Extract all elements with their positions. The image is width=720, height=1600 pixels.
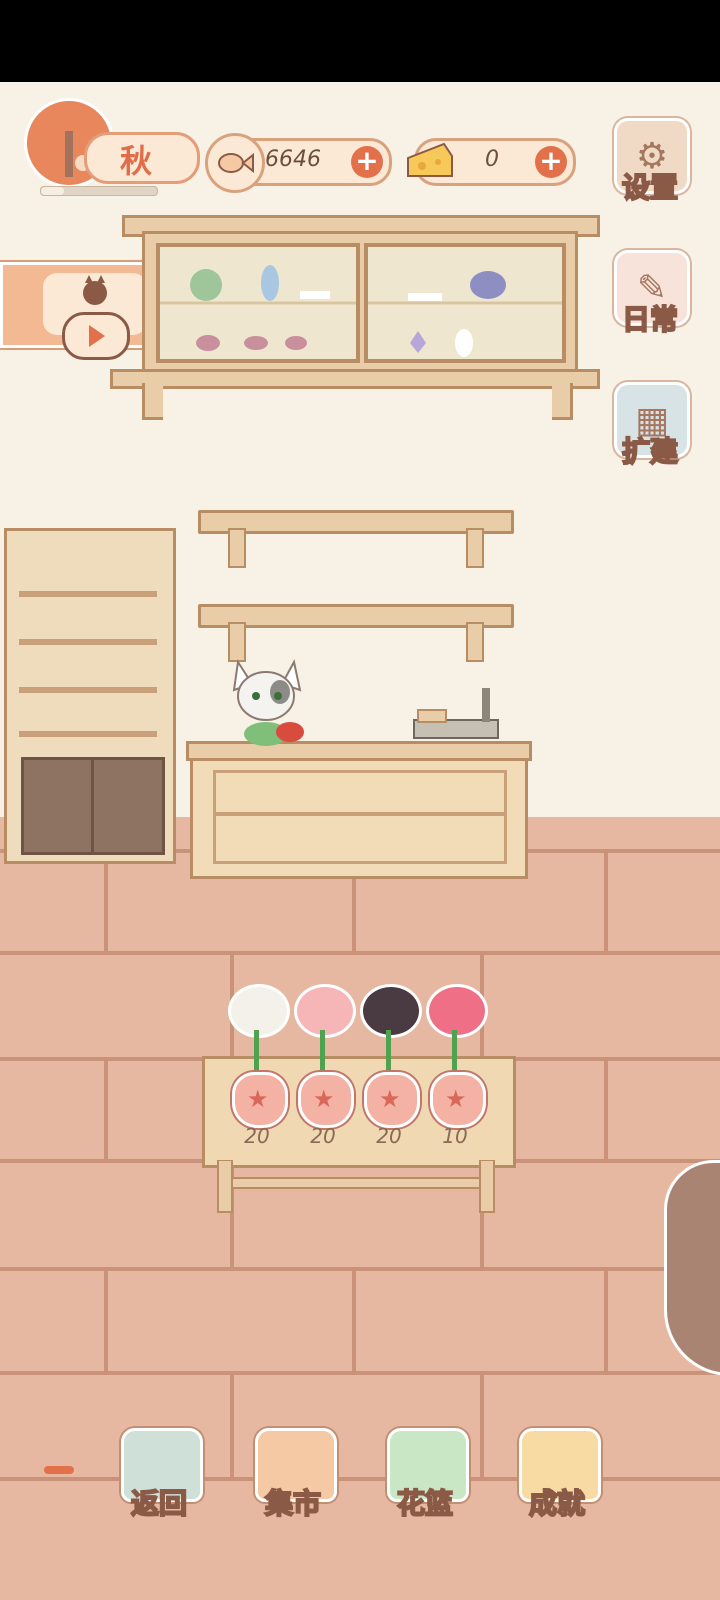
flower-price: 20: [310, 1124, 336, 1148]
brick-line: [0, 1371, 720, 1375]
flower-stem: [452, 1030, 457, 1074]
white-rose-icon[interactable]: [228, 984, 290, 1038]
counter-drawer: [213, 812, 507, 864]
counter-drawer: [213, 770, 507, 816]
cabinet-bracket-right: [552, 383, 573, 420]
flower-vase[interactable]: ★: [232, 1072, 288, 1128]
season-progress-bar: [40, 186, 158, 196]
brick-line: [104, 1057, 108, 1159]
black-rose-icon[interactable]: [360, 984, 422, 1038]
season-label: 秋: [120, 142, 153, 180]
achievements-label: 成就: [528, 1486, 586, 1521]
back-label: 返回: [130, 1486, 188, 1521]
cabinet-glass-right: [364, 243, 566, 363]
cheese-amount: 0: [485, 147, 499, 172]
star-icon: ★: [247, 1085, 269, 1113]
shelf-bracket: [228, 528, 246, 568]
flower-price: 20: [376, 1124, 402, 1148]
settings-label: 设置: [621, 170, 679, 205]
brick-line: [0, 1477, 720, 1481]
daily-button[interactable]: ✎ 日常: [608, 250, 692, 337]
pink-lotus-icon[interactable]: [294, 984, 356, 1038]
red-rose-icon[interactable]: [426, 984, 488, 1038]
brick-line: [230, 1371, 234, 1477]
cabinet-glass-left: [156, 243, 360, 363]
settings-button[interactable]: ⚙ 设置: [608, 118, 692, 205]
bookcase-door-right: [91, 757, 165, 855]
flower-vase[interactable]: ★: [298, 1072, 354, 1128]
bookcase-shelf: [19, 687, 157, 693]
star-icon: ★: [379, 1085, 401, 1113]
brick-line: [104, 1267, 108, 1371]
bookcase-shelf: [19, 731, 157, 737]
brick-line: [352, 1267, 356, 1371]
season-badge[interactable]: 秋: [24, 98, 200, 190]
display-cabinet[interactable]: [110, 215, 602, 425]
fish-amount: 6646: [265, 147, 321, 172]
flower-basket-button[interactable]: 花篮: [380, 1428, 470, 1528]
flower-vase[interactable]: ★: [430, 1072, 486, 1128]
brick-line: [604, 1057, 608, 1159]
bookcase[interactable]: [4, 528, 176, 864]
star-icon: ★: [313, 1085, 335, 1113]
flower-stem: [254, 1030, 259, 1074]
flower-table-legs: [214, 1159, 498, 1214]
flower-stem: [386, 1030, 391, 1074]
customer-cat[interactable]: [664, 1160, 720, 1376]
flower-basket-label: 花篮: [396, 1486, 454, 1521]
flower-price: 10: [442, 1124, 468, 1148]
cheese-icon: [403, 133, 457, 187]
brick-line: [104, 849, 108, 951]
star-icon: ★: [445, 1085, 467, 1113]
back-button[interactable]: 返回: [114, 1428, 204, 1528]
cabinet-bracket-left: [142, 383, 163, 420]
daily-label: 日常: [621, 302, 679, 337]
brick-line: [0, 951, 720, 955]
bookcase-shelf: [19, 639, 157, 645]
flower-vase[interactable]: ★: [364, 1072, 420, 1128]
cat-shopkeeper[interactable]: [228, 656, 308, 746]
add-fish-button[interactable]: +: [351, 146, 383, 178]
season-progress-fill: [41, 187, 65, 195]
brick-line: [0, 1267, 720, 1271]
cash-register[interactable]: [412, 686, 500, 742]
bookcase-door-left: [21, 757, 95, 855]
collapse-dash[interactable]: [44, 1466, 74, 1474]
expand-label: 扩建: [621, 434, 679, 469]
brick-line: [604, 849, 608, 951]
fish-currency: 6646 +: [205, 133, 392, 193]
brick-line: [604, 1267, 608, 1371]
shelf-bracket: [466, 528, 484, 568]
market-button[interactable]: 集市: [248, 1428, 338, 1528]
flower-price: 20: [244, 1124, 270, 1148]
shelf-bracket: [466, 622, 484, 662]
play-icon: [89, 325, 105, 347]
market-label: 集市: [264, 1486, 322, 1521]
shop-counter[interactable]: [190, 745, 528, 879]
bookcase-shelf: [19, 591, 157, 597]
cabinet-ledge: [110, 369, 600, 389]
add-cheese-button[interactable]: +: [535, 146, 567, 178]
cheese-currency: 0 +: [407, 138, 576, 186]
expand-button[interactable]: ▦ 扩建: [608, 382, 692, 469]
fish-bone-icon: [205, 133, 265, 193]
status-bar: [0, 0, 720, 82]
flower-stem: [320, 1030, 325, 1074]
brick-line: [480, 1371, 484, 1477]
achievements-button[interactable]: 成就: [512, 1428, 602, 1528]
